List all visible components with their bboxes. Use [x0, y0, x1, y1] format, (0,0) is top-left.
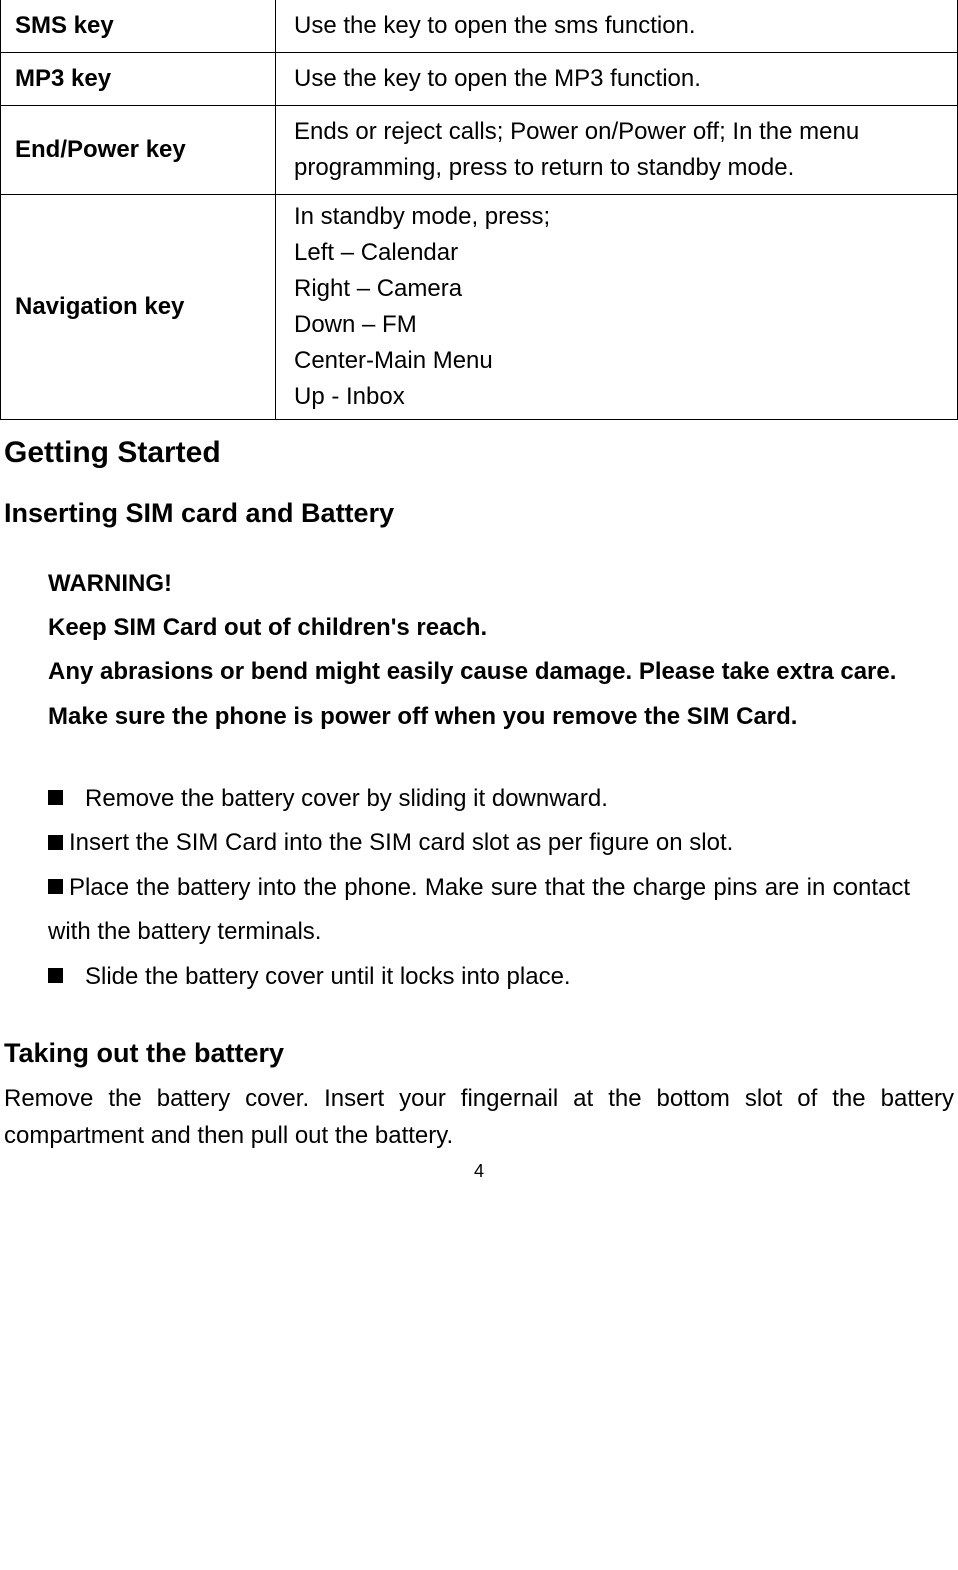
key-function-table: SMS key Use the key to open the sms func… — [0, 0, 958, 420]
warning-line: Make sure the phone is power off when yo… — [48, 695, 910, 739]
table-row: SMS key Use the key to open the sms func… — [1, 0, 958, 53]
table-row: End/Power key Ends or reject calls; Powe… — [1, 106, 958, 195]
warning-line: Keep SIM Card out of children's reach. — [48, 606, 910, 650]
warning-title: WARNING! — [48, 562, 910, 606]
table-cell-desc: Use the key to open the sms function. — [276, 0, 958, 53]
list-item: Remove the battery cover by sliding it d… — [48, 777, 910, 821]
nav-line: Center-Main Menu — [294, 343, 939, 379]
table-cell-desc: Ends or reject calls; Power on/Power off… — [276, 106, 958, 195]
nav-line: In standby mode, press; — [294, 199, 939, 235]
warning-line: Any abrasions or bend might easily cause… — [48, 650, 910, 694]
bullet-square-icon — [48, 835, 63, 850]
list-item-text: Slide the battery cover until it locks i… — [85, 963, 571, 990]
warning-block: WARNING! Keep SIM Card out of children's… — [0, 562, 958, 740]
bullet-square-icon — [48, 790, 63, 805]
list-item: Place the battery into the phone. Make s… — [48, 866, 910, 955]
nav-line: Right – Camera — [294, 271, 939, 307]
table-cell-key: MP3 key — [1, 53, 276, 106]
page-number: 4 — [0, 1158, 958, 1185]
bullet-square-icon — [48, 879, 63, 894]
heading-taking-out-battery: Taking out the battery — [0, 1033, 958, 1074]
list-item-text: Insert the SIM Card into the SIM card sl… — [69, 829, 733, 856]
list-item: Insert the SIM Card into the SIM card sl… — [48, 821, 910, 865]
list-item: Slide the battery cover until it locks i… — [48, 955, 910, 999]
bullet-list: Remove the battery cover by sliding it d… — [0, 777, 958, 999]
table-row: MP3 key Use the key to open the MP3 func… — [1, 53, 958, 106]
table-cell-key: Navigation key — [1, 195, 276, 420]
bullet-square-icon — [48, 968, 63, 983]
nav-line: Down – FM — [294, 307, 939, 343]
nav-line: Up - Inbox — [294, 379, 939, 415]
nav-line: Left – Calendar — [294, 235, 939, 271]
heading-inserting-sim: Inserting SIM card and Battery — [0, 493, 958, 534]
table-cell-key: End/Power key — [1, 106, 276, 195]
table-cell-key: SMS key — [1, 0, 276, 53]
table-row: Navigation key In standby mode, press; L… — [1, 195, 958, 420]
table-cell-desc: Use the key to open the MP3 function. — [276, 53, 958, 106]
list-item-text: Place the battery into the phone. Make s… — [48, 874, 910, 945]
body-paragraph: Remove the battery cover. Insert your fi… — [0, 1080, 958, 1154]
table-cell-desc: In standby mode, press; Left – Calendar … — [276, 195, 958, 420]
heading-getting-started: Getting Started — [0, 430, 958, 475]
list-item-text: Remove the battery cover by sliding it d… — [85, 785, 608, 812]
